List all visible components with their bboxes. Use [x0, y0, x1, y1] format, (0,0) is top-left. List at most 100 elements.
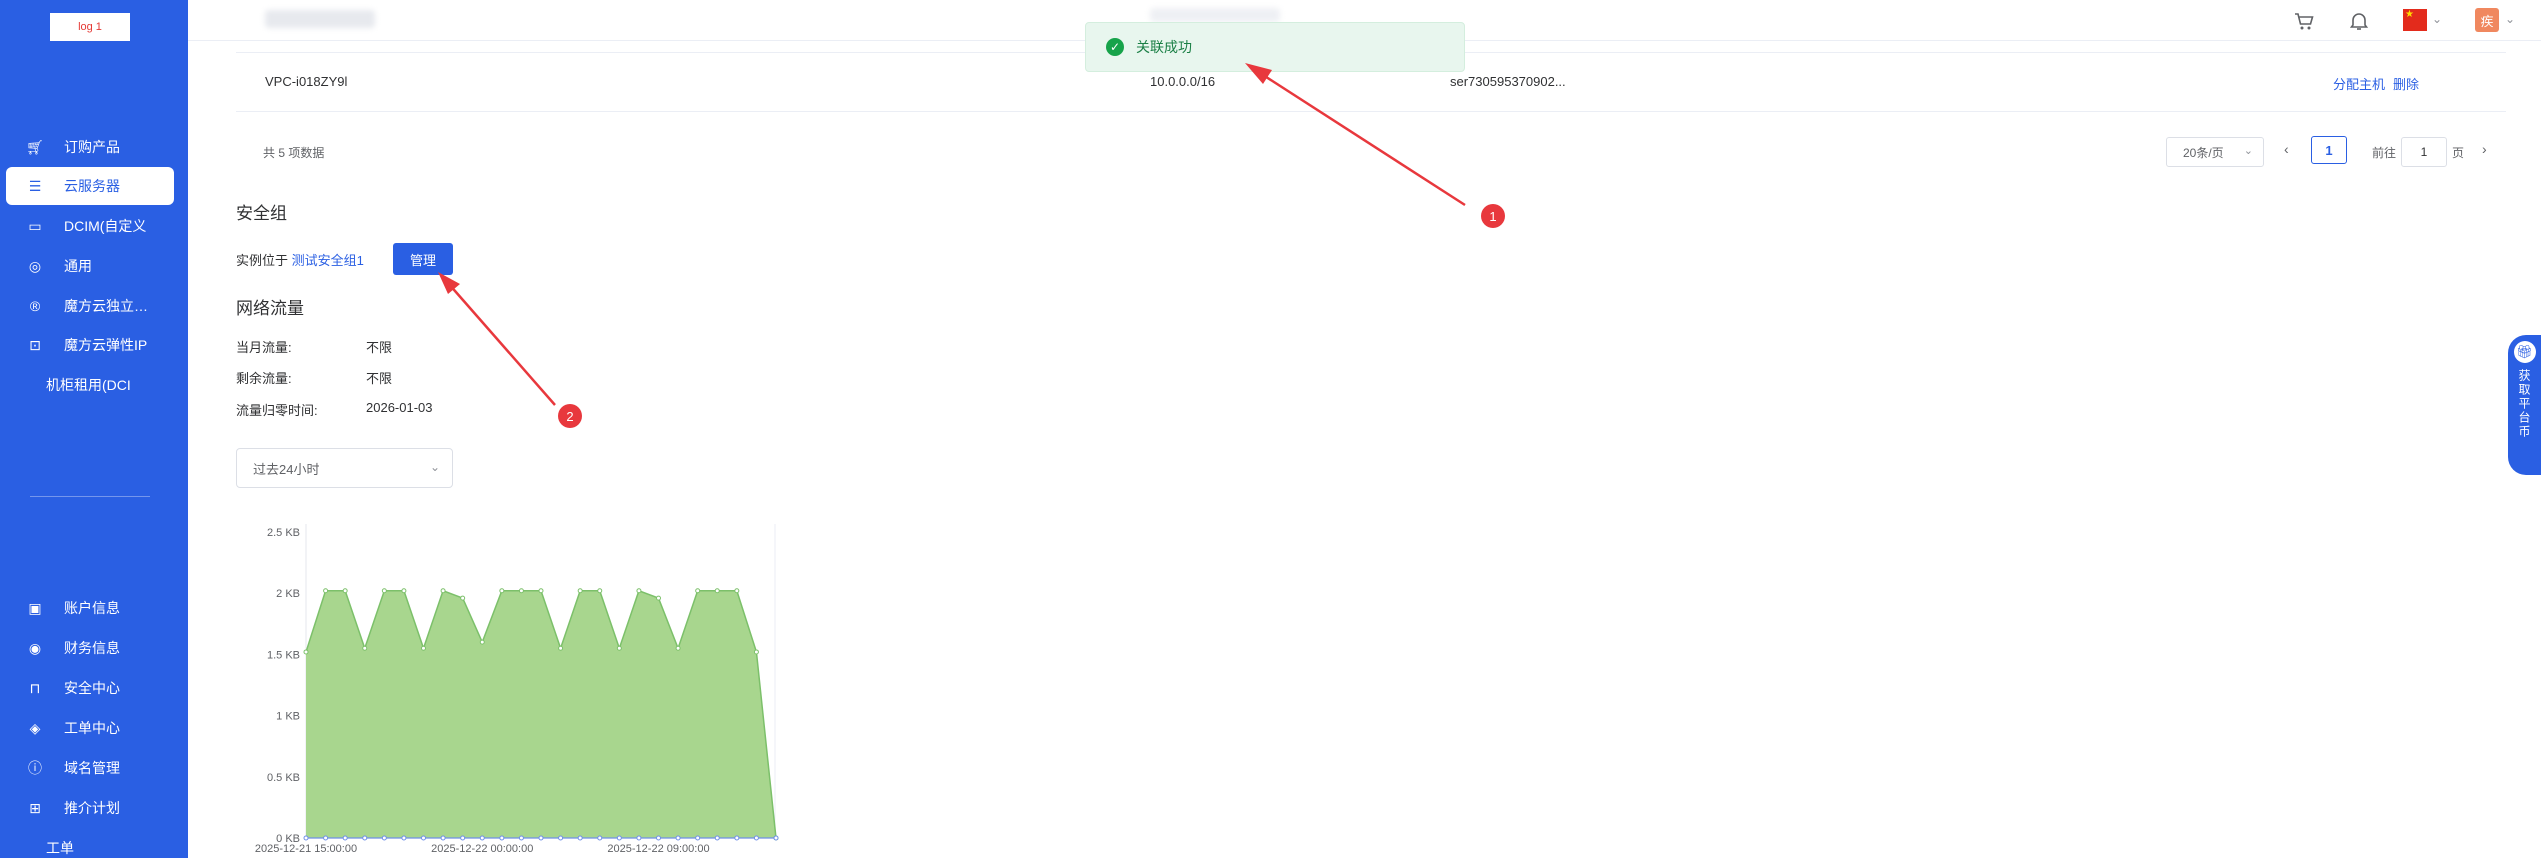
- current-page-button[interactable]: 1: [2311, 136, 2347, 164]
- x-tick-label: 2025-12-22 00:00:00: [431, 843, 533, 855]
- sidebar-item[interactable]: ▭ DCIM(自定义: [6, 207, 174, 245]
- chevron-down-icon: ⌄: [2243, 145, 2253, 157]
- time-range-value: 过去24小时: [253, 461, 320, 477]
- get-coin-text: 获取平台币: [2517, 369, 2531, 439]
- baseline-data-point: [695, 835, 701, 841]
- sidebar-bottom-item[interactable]: ⊞ 推介计划: [6, 789, 174, 827]
- sidebar-item-label: 推介计划: [64, 800, 120, 816]
- goto-label: 前往: [2372, 146, 2397, 160]
- sidebar-item[interactable]: ® 魔方云独立…: [6, 287, 174, 325]
- avatar[interactable]: 疾: [2475, 8, 2499, 32]
- sidebar-bottom-item[interactable]: ⊓ 安全中心: [6, 669, 174, 707]
- sidebar-bottom-item[interactable]: ◉ 财务信息: [6, 629, 174, 667]
- baseline-data-point: [479, 835, 485, 841]
- traffic-data-point: [518, 588, 524, 594]
- cloud-icon: ®: [29, 298, 41, 314]
- reset-time-label: 流量归零时间:: [236, 403, 318, 418]
- chevron-down-icon[interactable]: ⌄: [2505, 12, 2515, 26]
- y-tick-label: 2.5 KB: [267, 527, 300, 539]
- security-group-row: 实例位于 测试安全组1: [236, 250, 364, 269]
- get-coin-tab[interactable]: 🎁︎ 获取平台币: [2508, 335, 2541, 475]
- traffic-title: 网络流量: [236, 299, 304, 318]
- traffic-data-point: [479, 639, 485, 645]
- ip-icon: ⊡: [29, 336, 41, 353]
- sidebar-item-label: 域名管理: [64, 760, 120, 776]
- pagination-total: 共 5 项数据: [263, 146, 325, 160]
- sidebar-item-label: 工单: [46, 840, 74, 856]
- logo: log 1: [50, 13, 130, 41]
- baseline-data-point: [597, 835, 603, 841]
- page-suffix: 页: [2452, 146, 2465, 160]
- chevron-down-icon[interactable]: ⌄: [2432, 12, 2442, 26]
- baseline-data-point: [401, 835, 407, 841]
- sidebar-item-label: 工单中心: [64, 720, 120, 736]
- time-range-select[interactable]: 过去24小时 ⌄: [236, 448, 453, 488]
- bell-icon[interactable]: [2345, 8, 2373, 34]
- page-size-value: 20条/页: [2183, 145, 2224, 160]
- baseline-data-point: [714, 835, 720, 841]
- x-tick-label: 2025-12-21 15:00:00: [255, 843, 357, 855]
- sidebar-item[interactable]: 🛒︎ 订购产品: [6, 128, 174, 166]
- annotation-arrow-1: [1259, 71, 1466, 207]
- traffic-data-point: [499, 588, 505, 594]
- page-size-select[interactable]: 20条/页 ⌄: [2166, 137, 2264, 167]
- baseline-data-point: [518, 835, 524, 841]
- lock-icon: ⊓: [29, 679, 41, 696]
- remaining-traffic-value: 不限: [366, 371, 393, 386]
- blurred-header-text-2: [1150, 8, 1280, 22]
- baseline-data-point: [342, 835, 348, 841]
- ticket-icon: ◈: [29, 719, 41, 736]
- baseline-data-point: [323, 835, 329, 841]
- manage-button[interactable]: 管理: [393, 243, 453, 275]
- traffic-data-point: [753, 649, 759, 655]
- monthly-traffic-value: 不限: [366, 340, 393, 355]
- success-toast: ✓ 关联成功: [1085, 22, 1465, 72]
- sidebar-bottom-item[interactable]: ⓘ 域名管理: [6, 749, 174, 787]
- traffic-data-point: [734, 588, 740, 594]
- annotation-marker-1: 1: [1481, 204, 1505, 228]
- sidebar-item[interactable]: ⊡ 魔方云弹性IP: [6, 326, 174, 364]
- sidebar-item[interactable]: ☰ 云服务器: [6, 167, 174, 205]
- assign-host-link[interactable]: 分配主机: [2333, 74, 2385, 93]
- baseline-data-point: [303, 835, 309, 841]
- gift-icon: 🎁︎: [2513, 341, 2536, 363]
- cart-icon[interactable]: [2290, 8, 2318, 34]
- sidebar-item[interactable]: 机柜租用(DCI: [6, 366, 174, 404]
- next-page-icon[interactable]: ›: [2482, 141, 2487, 157]
- baseline-data-point: [499, 835, 505, 841]
- baseline-data-point: [558, 835, 564, 841]
- security-group-title: 安全组: [236, 204, 287, 223]
- security-group-link[interactable]: 测试安全组1: [292, 253, 364, 268]
- grid-icon: ⊞: [29, 799, 41, 816]
- delete-link[interactable]: 删除: [2393, 74, 2419, 93]
- domain-icon: ⓘ: [28, 760, 42, 776]
- traffic-data-point: [342, 588, 348, 594]
- baseline-data-point: [577, 835, 583, 841]
- sidebar-bottom-item[interactable]: ▣ 账户信息: [6, 589, 174, 627]
- prev-page-icon[interactable]: ‹: [2284, 141, 2289, 157]
- reset-time-value: 2026-01-03: [366, 400, 433, 415]
- traffic-area-series: [306, 590, 776, 838]
- sidebar-item-label: 机柜租用(DCI: [46, 377, 131, 393]
- china-flag-icon[interactable]: ★: [2403, 9, 2427, 31]
- traffic-data-point: [421, 645, 426, 651]
- chevron-down-icon: ⌄: [429, 460, 440, 474]
- sidebar-item[interactable]: ◎ 通用: [6, 247, 174, 285]
- sidebar-item-label: 通用: [64, 258, 92, 274]
- table-divider: [236, 111, 2506, 112]
- sidebar-bottom-item[interactable]: ◈ 工单中心: [6, 709, 174, 747]
- baseline-data-point: [362, 835, 368, 841]
- traffic-data-point: [460, 595, 466, 601]
- toast-message: 关联成功: [1136, 39, 1192, 55]
- vpc-name: VPC-i018ZY9l: [265, 74, 348, 89]
- traffic-data-point: [303, 649, 309, 655]
- security-group-prefix: 实例位于: [236, 253, 289, 268]
- goto-page-input[interactable]: [2401, 137, 2447, 167]
- sidebar-item-label: 魔方云弹性IP: [64, 337, 148, 353]
- traffic-data-point: [381, 588, 387, 594]
- vpc-cidr: 10.0.0.0/16: [1150, 74, 1216, 89]
- baseline-data-point: [734, 835, 740, 841]
- sidebar-bottom-item[interactable]: 工单: [6, 829, 174, 867]
- traffic-chart: 0 KB0.5 KB1 KB1.5 KB2 KB2.5 KB2025-12-21…: [255, 524, 779, 855]
- check-circle-icon: ✓: [1106, 38, 1124, 56]
